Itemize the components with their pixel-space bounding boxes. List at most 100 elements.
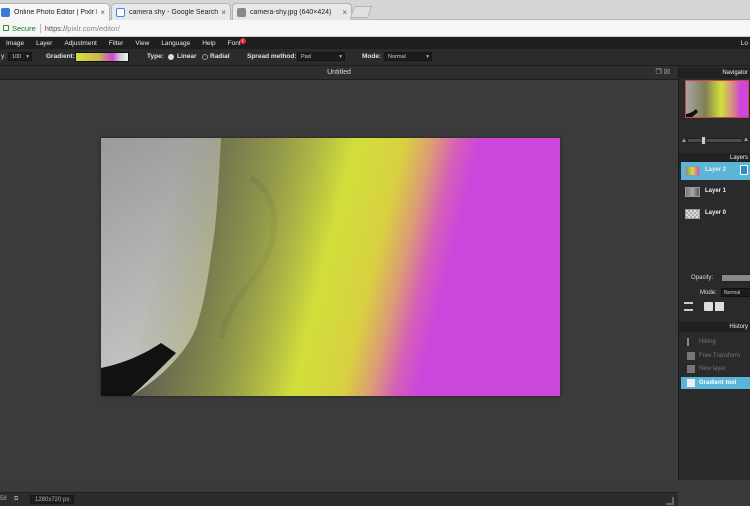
close-icon[interactable]: ×	[342, 8, 347, 17]
navigator-thumbnail[interactable]	[685, 80, 749, 118]
opacity-short-label: y:	[1, 53, 7, 60]
close-icon[interactable]: ×	[100, 8, 105, 17]
app-menu-bar: Image Layer Adjustment Filter View Langu…	[0, 37, 750, 49]
gradient-label: Gradient:	[46, 53, 75, 60]
history-label: Hiking	[699, 339, 716, 345]
type-label: Type:	[147, 53, 164, 60]
history-item[interactable]: New layer	[681, 363, 750, 375]
menu-language[interactable]: Language	[155, 40, 196, 47]
menu-help[interactable]: Help	[196, 40, 221, 47]
history-item[interactable]: Gradient tool	[681, 377, 750, 389]
layer-thumbnail	[685, 209, 700, 219]
blend-mode-select[interactable]: Normal ▾	[384, 52, 432, 61]
browser-tab-google[interactable]: camera shy - Google Search ×	[111, 3, 231, 20]
radial-radio[interactable]	[202, 54, 208, 60]
tab-label: Online Photo Editor | Pixlr Edito	[14, 9, 97, 16]
zoom-slider-handle[interactable]	[701, 136, 706, 145]
lock-icon	[3, 25, 9, 31]
url-path: pixlr.com/editor/	[67, 23, 120, 33]
chevron-down-icon: ▾	[26, 54, 29, 60]
tool-options-bar: y: 100 ▾ Gradient: Type: Linear Radial Sp…	[0, 49, 750, 66]
layer-name: Layer 2	[705, 167, 727, 173]
gradient-swatch[interactable]	[75, 52, 129, 62]
menu-image[interactable]: Image	[0, 40, 30, 47]
layer-thumbnail	[685, 187, 700, 197]
zoom-value[interactable]: 58	[0, 496, 7, 502]
document-title-bar: Untitled ❐☒	[0, 66, 678, 80]
layer-row[interactable]: Layer 1	[681, 183, 750, 201]
layer-mode-label: Mode:	[700, 290, 717, 296]
linear-radio[interactable]	[168, 54, 174, 60]
document-title: Untitled	[327, 69, 351, 76]
history-item[interactable]: Free Transform	[681, 350, 750, 362]
notification-badge: 1	[239, 37, 246, 44]
new-tab-button[interactable]	[349, 6, 373, 18]
tab-label: camera-shy.jpg (640×424)	[250, 8, 332, 16]
opacity-slider[interactable]	[721, 274, 750, 282]
chevron-down-icon: ▾	[426, 54, 429, 60]
tab-label: camera shy - Google Search	[129, 8, 219, 16]
blend-mode-value: Normal	[388, 54, 406, 60]
mode-label: Mode:	[362, 53, 382, 60]
layer-mode-value: Normal	[724, 290, 741, 296]
menu-filter[interactable]: Filter	[103, 40, 129, 47]
browser-tab-image[interactable]: camera-shy.jpg (640×424) ×	[232, 3, 352, 20]
layer-thumbnail	[685, 166, 700, 176]
pixlr-favicon-icon	[1, 8, 10, 17]
new-layer-icon[interactable]	[715, 302, 724, 311]
image-size-label: 1280x720 px	[30, 495, 75, 504]
layer-name: Layer 1	[705, 188, 727, 194]
history-step-icon	[687, 379, 695, 387]
layer-mask-icon[interactable]	[704, 302, 713, 311]
menu-view[interactable]: View	[129, 40, 155, 47]
google-favicon-icon	[116, 7, 125, 17]
browser-tab-bar: Online Photo Editor | Pixlr Edito × came…	[0, 0, 750, 21]
close-icon[interactable]: ×	[221, 8, 226, 17]
layer-row[interactable]: Layer 2	[681, 162, 750, 180]
history-label: Gradient tool	[699, 380, 737, 386]
window-buttons[interactable]: ❐☒	[655, 66, 672, 80]
browser-tab-pixlr[interactable]: Online Photo Editor | Pixlr Edito ×	[0, 3, 110, 21]
image-favicon-icon	[237, 7, 246, 17]
history-step-icon	[687, 365, 695, 373]
history-title: History	[679, 322, 750, 332]
history-label: New layer	[699, 366, 726, 372]
workspace: Untitled ❐☒ 58 ⧉ 1280x720 px	[0, 66, 678, 506]
chevron-down-icon: ▾	[339, 54, 342, 60]
url-protocol: https://	[44, 23, 68, 33]
login-link[interactable]: Lo	[741, 40, 748, 47]
layer-mode-select[interactable]: Normal	[721, 288, 750, 297]
canvas-image	[101, 138, 560, 396]
layer-name: Layer 0	[705, 210, 727, 216]
spread-method-label: Spread method:	[247, 53, 297, 60]
menu-font-label: Font	[227, 39, 241, 47]
spread-method-value: Pad	[301, 54, 311, 60]
resize-grip-icon[interactable]	[666, 497, 674, 505]
zoom-toggle-icon[interactable]: ⧉	[14, 496, 18, 503]
opacity-select[interactable]: 100 ▾	[8, 52, 32, 61]
address-bar[interactable]: Secure https:// pixlr.com/editor/	[0, 20, 750, 37]
divider	[39, 23, 41, 33]
zoom-slider[interactable]	[687, 138, 743, 143]
layer-tools	[684, 302, 750, 314]
zoom-in-icon[interactable]: ▲	[743, 137, 749, 143]
history-item[interactable]: Hiking	[681, 336, 750, 348]
menu-adjustment[interactable]: Adjustment	[58, 40, 103, 47]
spread-method-select[interactable]: Pad ▾	[297, 52, 345, 61]
opacity-label: Opacity:	[691, 275, 714, 281]
status-bar: 58 ⧉ 1280x720 px	[0, 492, 678, 506]
image-canvas[interactable]	[101, 138, 560, 396]
navigator-preview	[686, 81, 748, 117]
history-step-icon	[687, 352, 695, 360]
opacity-value: 100	[12, 54, 22, 60]
menu-font[interactable]: Font 1	[222, 37, 247, 47]
history-label: Free Transform	[699, 353, 741, 359]
right-panels: Navigator ▲ ▲ Layers Layer 2 Layer 1 Lay…	[678, 66, 750, 480]
linear-label: Linear	[177, 53, 197, 60]
visibility-icon[interactable]	[740, 165, 748, 175]
secure-label: Secure	[12, 23, 36, 33]
history-step-icon	[687, 338, 695, 346]
menu-layer[interactable]: Layer	[30, 40, 58, 47]
layer-settings-icon[interactable]	[684, 302, 693, 311]
layer-row[interactable]: Layer 0	[681, 205, 750, 223]
